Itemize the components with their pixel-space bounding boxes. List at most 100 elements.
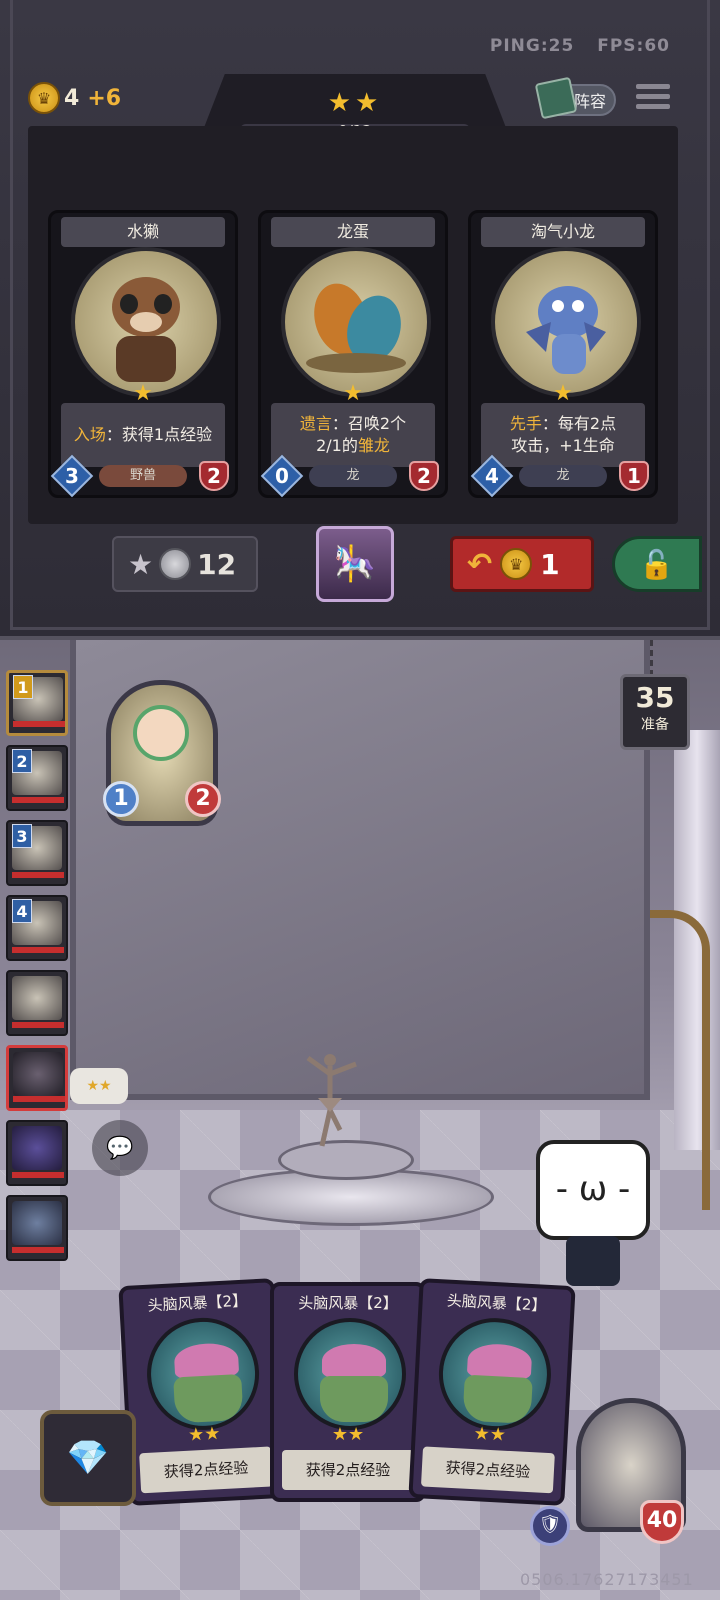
player-slot[interactable] [6,1195,68,1261]
card-description: 入场：获得1点经验 [61,403,225,467]
hand-card-brainstorm[interactable]: 头脑风暴【2】 ★★ 获得2点经验 [118,1278,286,1506]
gold-counter: ♛ 4 +6 [28,82,121,114]
player-slot[interactable]: 2 [6,745,68,811]
player-rank: 3 [12,824,32,848]
card-title: 头脑风暴【2】 [147,1291,248,1315]
tier-stars: ★★ [327,88,383,118]
tavern-upgrade-button[interactable]: ★ 12 [112,536,258,592]
shop-card-dragon-egg[interactable]: 龙蛋 ★ 遗言：召唤2个 2/1的雏龙 0 龙 2 [258,210,448,498]
player-list: 1 2 3 4 [0,670,70,1270]
silver-coin-icon [159,548,192,580]
freeze-lock-button[interactable]: 🔓 [612,536,702,592]
tribe-tag: 野兽 [99,465,187,487]
lock-icon: 🔓 [639,547,674,581]
minion-attack: 1 [103,781,139,817]
lineup-label: 阵容 [573,92,606,111]
chat-button[interactable]: 💬 [92,1120,148,1176]
card-title: 头脑风暴【2】 [446,1291,547,1315]
card-stars: ★★ [187,1423,221,1446]
player-slot-selected[interactable] [6,1045,68,1111]
ready-label: 准备 [641,717,669,733]
card-effect: 获得2点经验 [139,1446,274,1494]
player-rank: 2 [12,749,32,773]
gold-coin-icon: ♛ [28,82,60,114]
menu-icon [636,84,670,89]
player-health-bar [12,1022,64,1028]
harp-decoration [650,910,710,1210]
ballerina-statue [306,1054,357,1147]
gold-coin-icon: ♛ [500,548,533,580]
card-description: 先手：每有2点 攻击，+1生命 [481,403,645,467]
star-speech-bubble: ★★ [70,1068,128,1104]
shop-card-otter[interactable]: 水獭 ★ 入场：获得1点经验 3 野兽 2 [48,210,238,498]
lineup-book-icon [534,76,578,120]
brainstorm-art [436,1315,554,1433]
card-effect: 获得2点经验 [282,1450,414,1490]
gold-income: +6 [87,85,122,111]
chain-decoration [650,640,660,676]
player-slot[interactable] [6,970,68,1036]
card-name: 龙蛋 [271,217,435,247]
card-name: 水獭 [61,217,225,247]
player-health-bar [12,947,64,953]
player-avatar [12,1126,62,1170]
ready-timer: 35 准备 [620,674,690,750]
refresh-cost: 1 [540,547,560,581]
card-name: 淘气小龙 [481,217,645,247]
player-avatar [13,1052,63,1096]
card-description: 遗言：召唤2个 2/1的雏龙 [271,403,435,467]
player-slot[interactable]: 4 [6,895,68,961]
brainstorm-art [144,1315,262,1433]
board-minion-fairy[interactable]: 1 2 [103,680,221,826]
player-health-bar [12,872,64,878]
fairy-portrait [133,705,189,761]
card-stars: ★★ [473,1423,507,1446]
card-effect: 获得2点经验 [420,1446,555,1494]
hero-power-crystal[interactable]: 💎 [40,1410,136,1506]
health-badge: 1 [619,461,649,491]
chat-icon: 💬 [106,1135,134,1161]
player-avatar [12,1201,62,1245]
menu-button[interactable] [636,84,670,116]
tribe-tag: 龙 [519,465,607,487]
upgrade-cost: 12 [197,547,237,581]
upgrade-star-icon: ★ [128,547,154,581]
card-title: 头脑风暴【2】 [298,1294,398,1312]
refresh-arrow-icon: ↶ [467,546,493,582]
naughty-dragon-portrait [491,247,641,397]
shop-panel: PING:25 FPS:60 ♛ 4 +6 ★★ 0/12 阵容 水獭 ★ 入场… [0,0,720,640]
otter-portrait [71,247,221,397]
shop-card-naughty-dragon[interactable]: 淘气小龙 ★ 先手：每有2点 攻击，+1生命 4 龙 1 [468,210,658,498]
player-health-bar [12,1172,64,1178]
carousel-icon[interactable]: 🎠 [316,526,394,602]
health-badge: 2 [409,461,439,491]
player-slot[interactable]: 3 [6,820,68,886]
gold-amount: 4 [64,85,80,111]
player-slot[interactable] [6,1120,68,1186]
game-id-text: 0506.1762717345​1 [520,1570,694,1589]
player-rank: 4 [12,899,32,923]
player-health-bar [13,721,65,727]
crystal-icon: 💎 [66,1438,110,1478]
hero-health: 40 [640,1500,684,1544]
refresh-button[interactable]: ↶ ♛ 1 [450,536,594,592]
health-badge: 2 [199,461,229,491]
player-slot[interactable]: 1 [6,670,68,736]
card-stars: ★★ [331,1424,365,1445]
lineup-button[interactable]: 阵容 [534,76,616,120]
hand-card-brainstorm[interactable]: 头脑风暴【2】 ★★ 获得2点经验 [408,1278,576,1506]
player-health-bar [12,1247,64,1253]
mascot-body [566,1236,620,1286]
tribe-tag: 龙 [309,465,397,487]
ready-count: 35 [635,681,675,714]
fps-readout: FPS:60 [597,36,670,56]
hand-card-brainstorm[interactable]: 头脑风暴【2】 ★★ 获得2点经验 [270,1282,426,1502]
player-rank: 1 [13,675,33,699]
mascot-tv-head[interactable]: - ω - [536,1140,650,1240]
player-health-bar [12,797,64,803]
network-stats: PING:25 FPS:60 [474,36,670,56]
dragon-egg-portrait [281,247,431,397]
player-health-bar [13,1096,65,1102]
brainstorm-art [294,1318,406,1430]
armor-shield-icon: 🛡 [530,1506,570,1546]
